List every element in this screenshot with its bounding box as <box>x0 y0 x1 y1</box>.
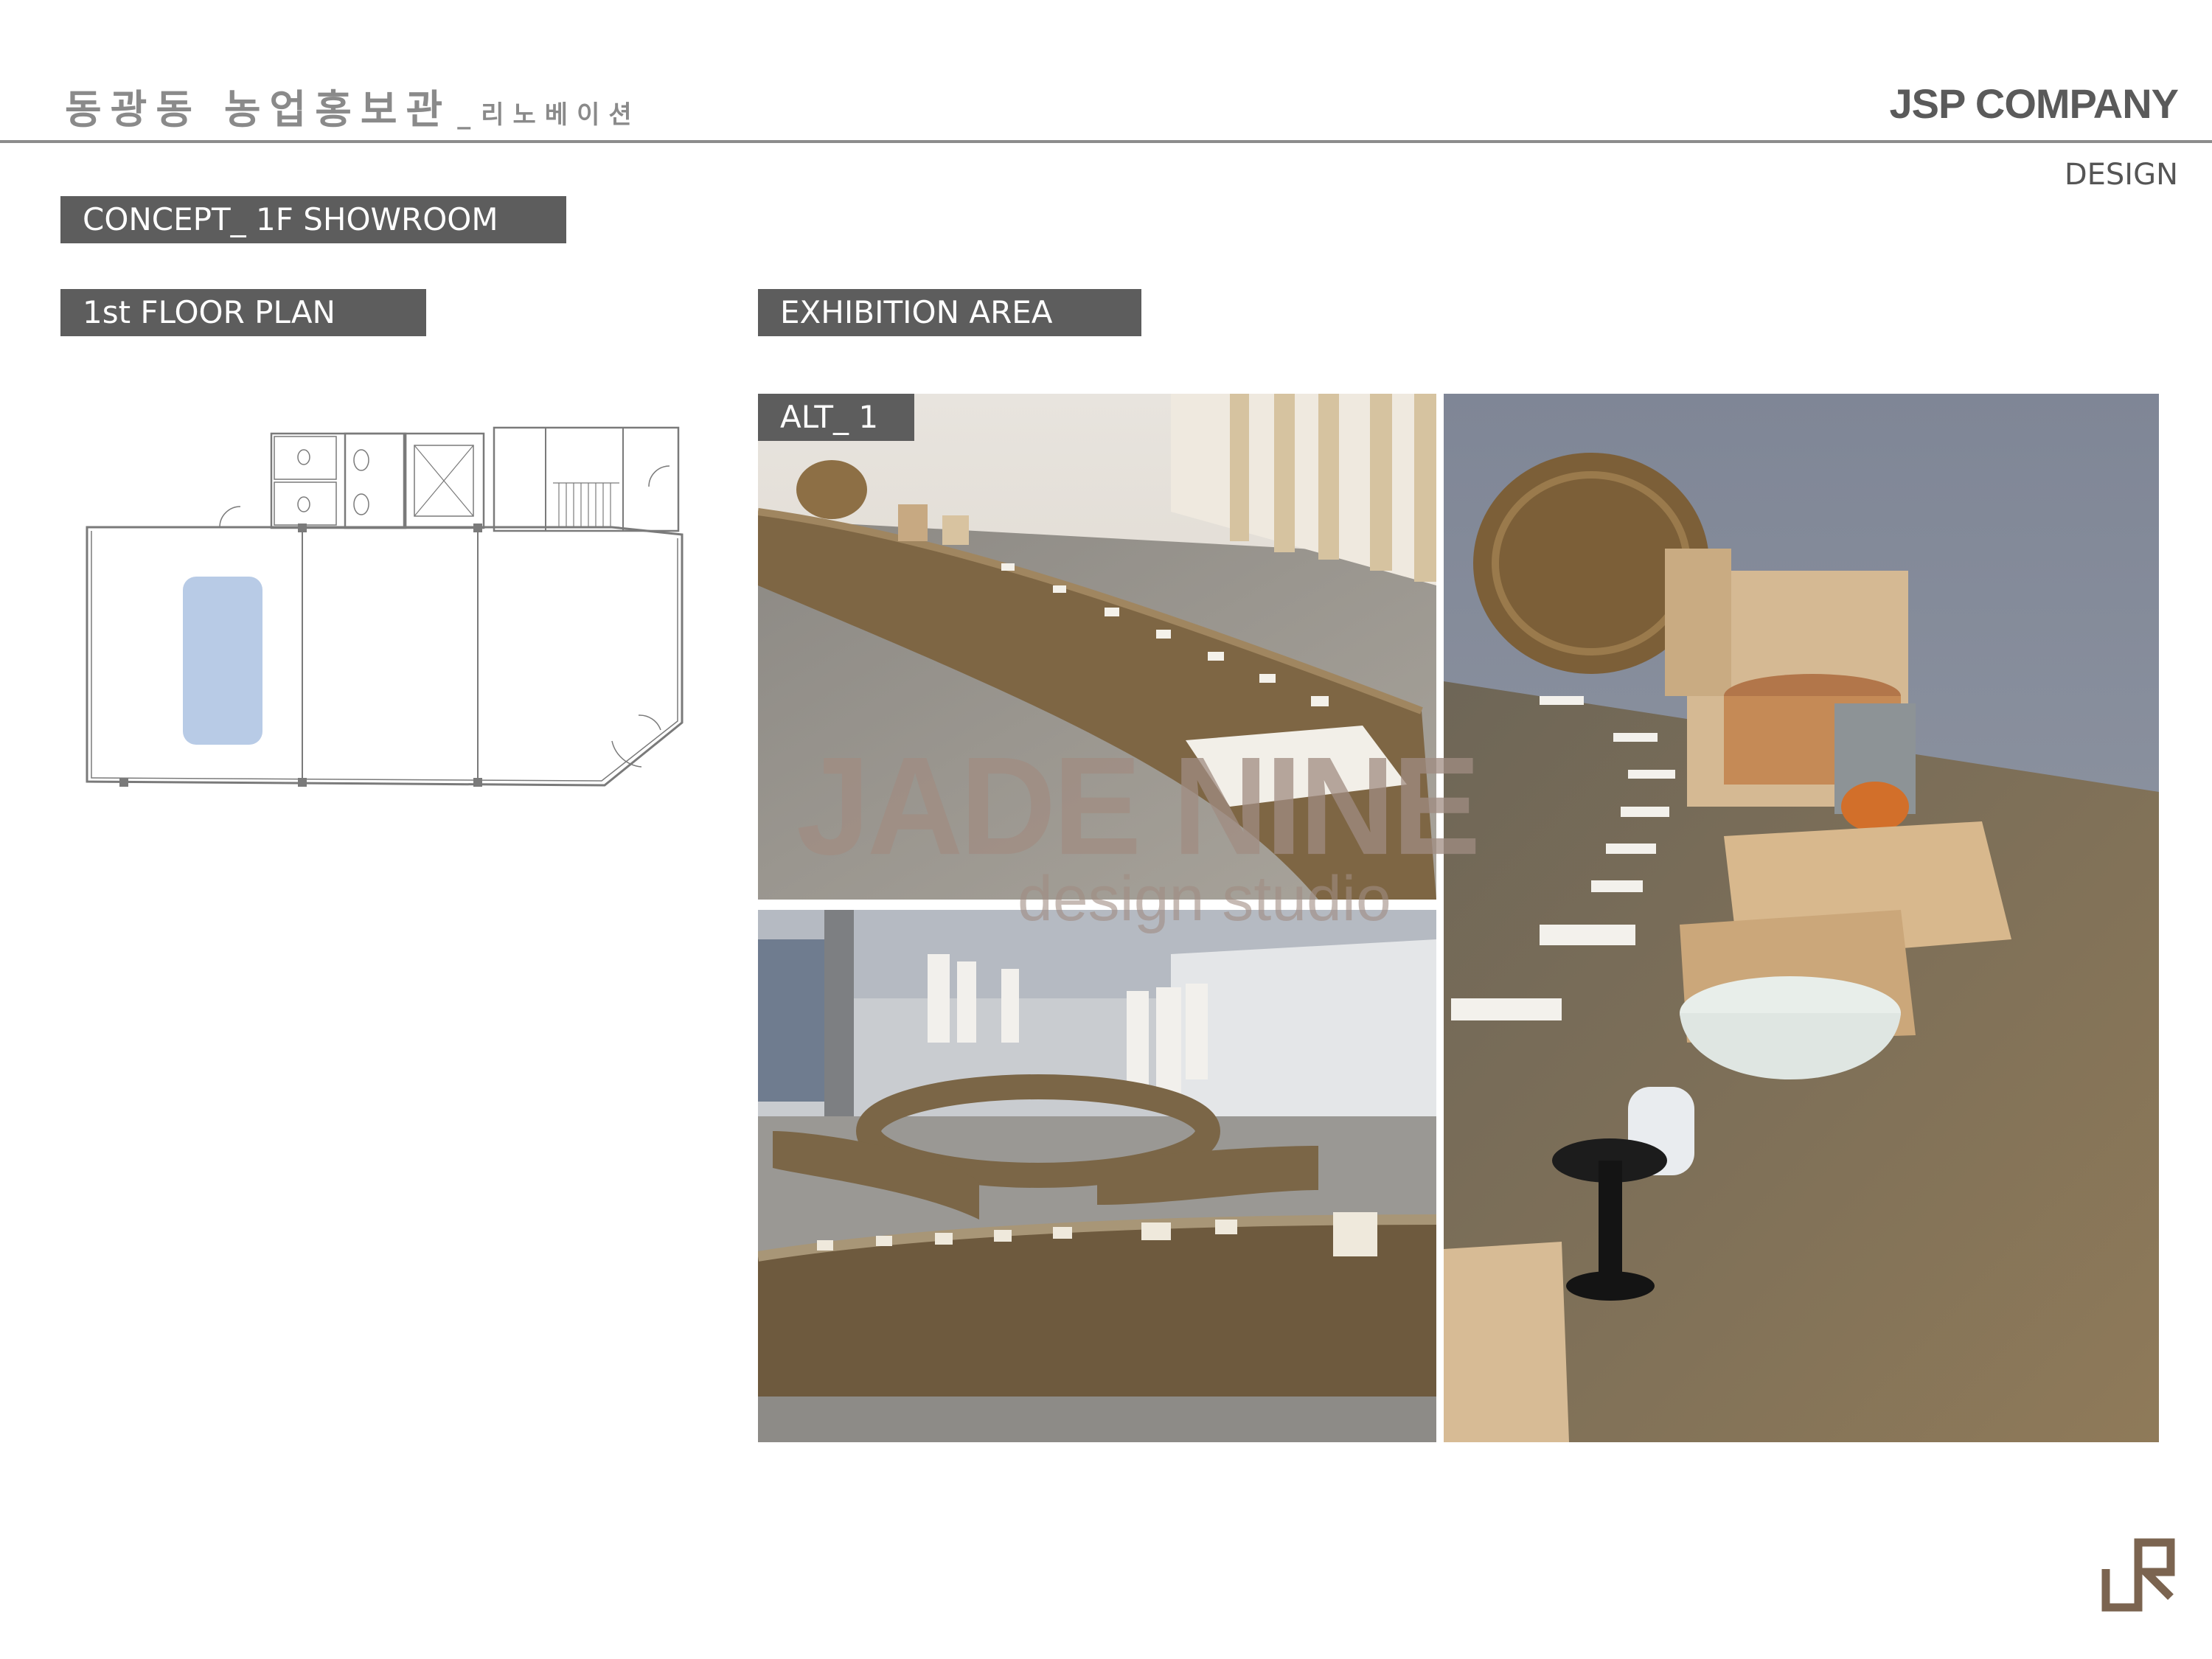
watermark-subtext: design studio <box>1018 863 1391 934</box>
floor-plan-drawing <box>86 426 684 787</box>
title-separator: _ <box>457 100 471 130</box>
exhibition-photo-2 <box>758 910 1436 1442</box>
section-label: DESIGN <box>2064 158 2178 192</box>
exhibition-area-tag: EXHIBITION AREA <box>758 289 1141 336</box>
exhibition-photo-3 <box>1444 394 2159 1442</box>
jsp-logo-icon <box>2101 1538 2175 1612</box>
exhibition-zone <box>183 577 262 745</box>
title-text: 동광동 농업홍보관 <box>65 86 452 133</box>
concept-tag: CONCEPT_ 1F SHOWROOM <box>60 196 566 243</box>
alt-tag: ALT_ 1 <box>758 394 914 441</box>
company-name: JSP COMPANY <box>1889 80 2179 127</box>
header-divider <box>0 140 2212 143</box>
title-subtitle: 리노베이션 <box>481 100 641 130</box>
document-title: 동광동 농업홍보관 _ 리노베이션 <box>65 77 641 135</box>
floor-plan-tag: 1st FLOOR PLAN <box>60 289 426 336</box>
